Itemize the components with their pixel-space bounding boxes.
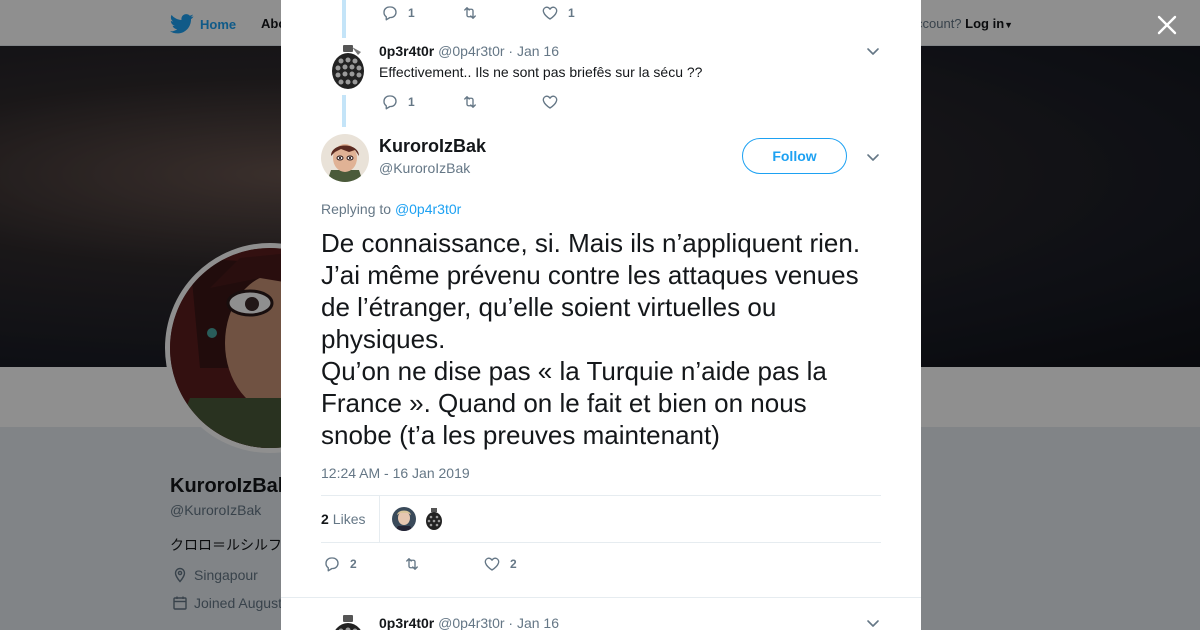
likes-label: Likes [332,511,366,527]
tweet-stats: 2 Likes [321,495,881,543]
reply-avatar-grenade[interactable] [327,44,367,89]
reply-2-date[interactable]: · Jan 16 [508,615,559,630]
person-photo-avatar [392,507,417,531]
main-tweet-timestamp[interactable]: 12:24 AM - 16 Jan 2019 [321,465,470,481]
heart-icon [542,6,558,20]
replying-to-link[interactable]: @0p4r3t0r [395,201,461,217]
previous-tweet-actions: 1 1 [381,4,621,22]
thread-line-mid [342,95,346,127]
retweet-action[interactable] [403,555,483,573]
reply-icon [325,557,339,572]
retweet-icon [464,7,476,19]
retweet-action[interactable] [461,93,541,111]
reply-action[interactable]: 1 [381,4,461,22]
reply-1-actions: 1 [381,93,621,111]
thread-line-top [342,0,346,38]
heart-icon [484,557,500,571]
reply-count: 2 [350,557,357,571]
like-count: 2 [510,557,517,571]
like-count: 1 [568,6,575,20]
reply-1-menu[interactable] [865,43,881,59]
reply-icon [383,6,397,21]
heart-icon [542,95,558,109]
likes-number: 2 [321,511,329,527]
reply-1-name[interactable]: 0p3r4t0r [379,43,434,59]
reply-1-header: 0p3r4t0r @0p4r3t0r · Jan 16 [379,43,559,59]
replying-to: Replying to @0p4r3t0r [321,201,461,217]
chevron-down-icon [867,48,879,55]
reply-avatar-grenade[interactable] [327,614,367,630]
main-tweet-menu[interactable] [865,149,881,165]
grenade-icon [335,615,361,630]
reply-action[interactable]: 2 [323,555,403,573]
reply-2-header: 0p3r4t0r @0p4r3t0r · Jan 16 [379,615,559,630]
liker-avatar[interactable] [392,507,417,531]
main-tweet-avatar[interactable] [321,134,369,182]
retweet-icon [464,96,476,108]
grenade-icon [332,45,364,89]
reply-2-name[interactable]: 0p3r4t0r [379,615,434,630]
reply-count: 1 [408,95,415,109]
chevron-down-icon [867,620,879,627]
reply-count: 1 [408,6,415,20]
main-tweet-actions: 2 2 [323,555,563,573]
retweet-action[interactable] [461,4,541,22]
reply-divider [281,597,921,598]
retweet-icon [406,558,418,570]
reply-action[interactable]: 1 [381,93,461,111]
close-icon [1157,15,1177,35]
reply-1-date[interactable]: · Jan 16 [508,43,559,59]
like-action[interactable]: 1 [541,4,621,22]
reply-1-text: Effectivement.. Ils ne sont pas briefês … [379,64,703,80]
like-action[interactable]: 2 [483,555,563,573]
tweet-modal: 1 1 0p3r4t0r @0p4r3t0r · Jan 16 Effectiv… [281,0,921,630]
reply-2-handle[interactable]: @0p4r3t0r [438,615,504,630]
liker-avatar[interactable] [422,507,447,531]
grenade-icon [422,507,447,531]
reply-icon [383,95,397,110]
chevron-down-icon [867,154,879,161]
main-tweet-name[interactable]: KuroroIzBak [379,136,486,157]
main-tweet-handle[interactable]: @KuroroIzBak [379,160,470,176]
likes-count[interactable]: 2 Likes [321,495,381,543]
anime-avatar-illustration [321,134,369,182]
main-tweet-text: De connaissance, si. Mais ils n’applique… [321,228,861,450]
replying-prefix: Replying to [321,201,392,217]
follow-button[interactable]: Follow [742,138,847,174]
reply-1-handle[interactable]: @0p4r3t0r [438,43,504,59]
reply-2-menu[interactable] [865,615,881,630]
like-action[interactable] [541,93,621,111]
close-modal-button[interactable] [1154,12,1180,38]
